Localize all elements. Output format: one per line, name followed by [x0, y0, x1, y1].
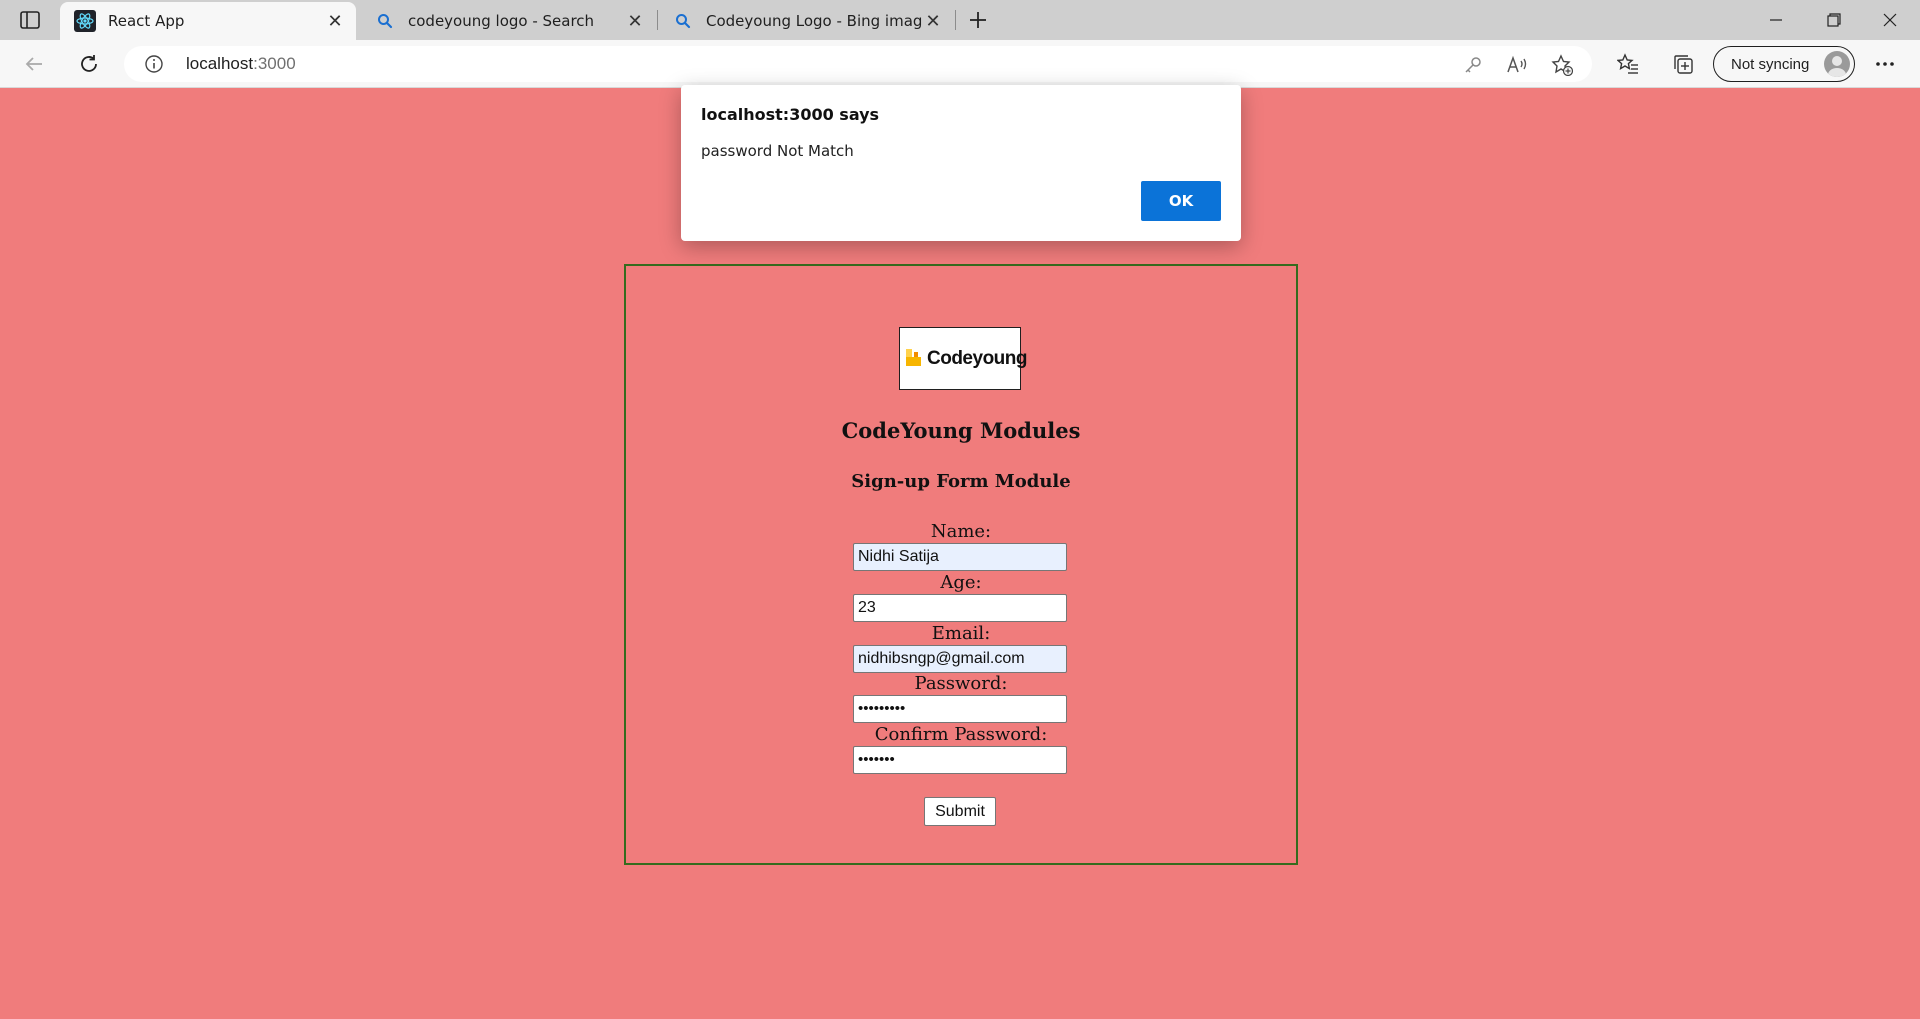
- react-icon: [74, 10, 96, 32]
- refresh-icon[interactable]: [75, 50, 103, 78]
- back-arrow-icon[interactable]: [20, 50, 48, 78]
- page-subtitle: Sign-up Form Module: [851, 471, 1071, 492]
- tab-title: Codeyoung Logo - Bing images: [706, 12, 922, 30]
- tab-title: React App: [108, 12, 185, 30]
- tab-codeyoung-bing-images[interactable]: Codeyoung Logo - Bing images ✕: [658, 2, 954, 40]
- new-tab-plus-icon[interactable]: [966, 8, 990, 32]
- ok-button[interactable]: OK: [1141, 181, 1221, 221]
- email-field[interactable]: nidhibsngp@gmail.com: [853, 645, 1067, 673]
- age-label: Age:: [940, 572, 982, 593]
- page-title: CodeYoung Modules: [841, 418, 1081, 443]
- restore-icon[interactable]: [1806, 0, 1862, 40]
- close-icon[interactable]: ✕: [922, 10, 944, 32]
- search-icon: [374, 10, 396, 32]
- read-aloud-icon[interactable]: [1506, 54, 1528, 76]
- search-icon: [672, 10, 694, 32]
- minimize-icon[interactable]: [1748, 0, 1804, 40]
- key-icon[interactable]: [1462, 54, 1484, 76]
- tab-react-app[interactable]: React App ✕: [60, 2, 356, 40]
- avatar: [1824, 51, 1850, 77]
- favorites-icon[interactable]: [1614, 50, 1642, 78]
- dialog-message: password Not Match: [701, 142, 854, 160]
- alert-dialog: localhost:3000 says password Not Match O…: [681, 85, 1241, 241]
- email-label: Email:: [931, 623, 991, 644]
- password-field[interactable]: •••••••••: [853, 695, 1067, 723]
- submit-button[interactable]: Submit: [924, 797, 996, 826]
- sync-label: Not syncing: [1731, 55, 1810, 73]
- tab-strip: React App ✕ codeyoung logo - Search ✕ Co…: [0, 0, 1920, 40]
- age-field[interactable]: 23: [853, 594, 1067, 622]
- url-port: :3000: [253, 54, 296, 73]
- name-field[interactable]: Nidhi Satija: [853, 543, 1067, 571]
- site-info-icon[interactable]: [144, 54, 164, 74]
- url-host: localhost: [186, 54, 254, 73]
- collections-icon[interactable]: [1669, 50, 1697, 78]
- confirm-password-label: Confirm Password:: [874, 724, 1048, 745]
- tab-separator: [955, 10, 956, 30]
- close-icon[interactable]: ✕: [324, 10, 346, 32]
- dialog-title: localhost:3000 says: [701, 105, 880, 124]
- url-text[interactable]: localhost:3000: [186, 54, 296, 74]
- tab-title: codeyoung logo - Search: [408, 12, 595, 30]
- more-options-icon[interactable]: [1871, 50, 1899, 78]
- tab-codeyoung-search[interactable]: codeyoung logo - Search ✕: [360, 2, 656, 40]
- tab-actions-icon[interactable]: [18, 9, 42, 31]
- browser-toolbar: localhost:3000 Not syncing: [0, 40, 1920, 88]
- window-close-icon[interactable]: [1862, 0, 1918, 40]
- codeyoung-logo-mark-icon: [905, 345, 923, 369]
- codeyoung-logo: Codeyoung: [899, 327, 1028, 390]
- logo-text: Codeyoung: [927, 347, 1028, 369]
- confirm-password-field[interactable]: •••••••: [853, 746, 1067, 774]
- password-label: Password:: [914, 673, 1008, 694]
- profile-sync-button[interactable]: Not syncing: [1713, 46, 1855, 82]
- close-icon[interactable]: ✕: [624, 10, 646, 32]
- name-label: Name:: [930, 521, 992, 542]
- address-bar[interactable]: localhost:3000: [124, 46, 1592, 82]
- add-favorite-icon[interactable]: [1551, 54, 1573, 76]
